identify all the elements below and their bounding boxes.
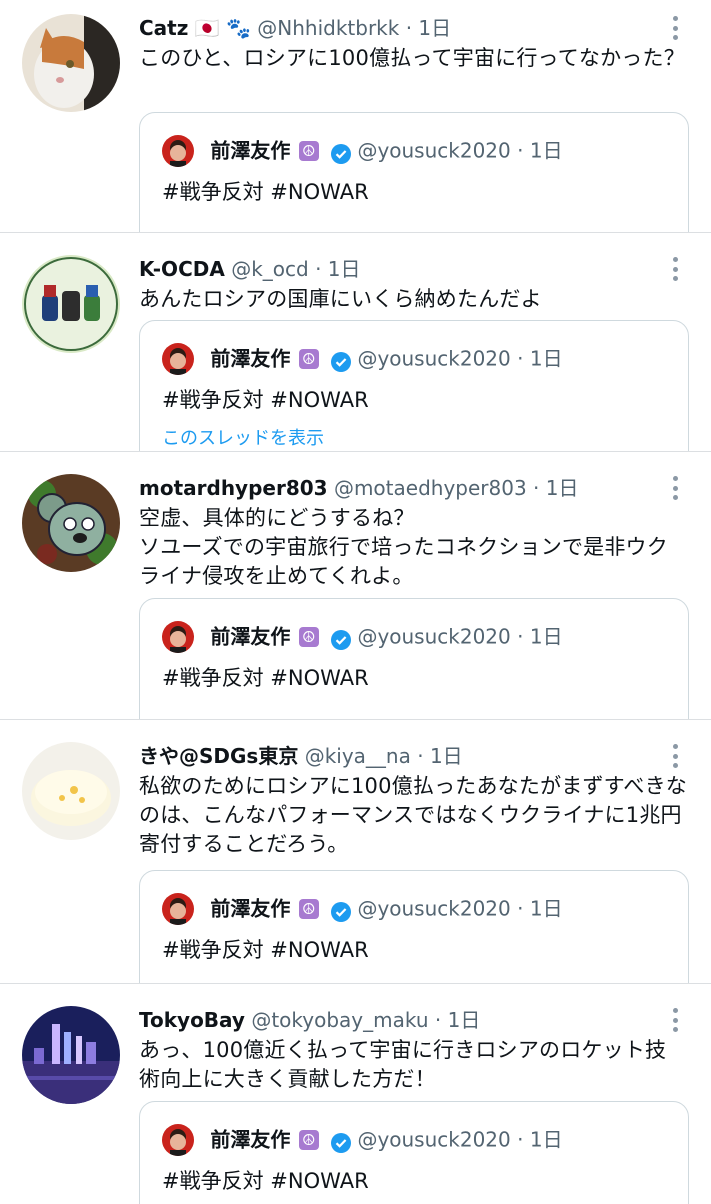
tweet-catz[interactable]: Catz 🇯🇵 🐾 @Nhhidktbrkk · 1日 このひと、ロシアに100… xyxy=(0,0,711,233)
quoted-author-handle[interactable]: @yousuck2020 xyxy=(357,347,510,371)
author-handle[interactable]: @k_ocd xyxy=(231,257,309,281)
peace-icon: ☮ xyxy=(298,898,319,919)
tweet-k-ocda[interactable]: K-OCDA @k_ocd · 1日 あんたロシアの国庫にいくら納めたんだよ 前… xyxy=(0,233,711,452)
more-vertical-icon[interactable] xyxy=(671,14,679,42)
author-name[interactable]: K-OCDA xyxy=(139,257,225,281)
peace-icon: ☮ xyxy=(298,348,319,369)
quoted-time[interactable]: 1日 xyxy=(530,139,563,163)
more-vertical-icon[interactable] xyxy=(671,255,679,283)
verified-badge-icon xyxy=(331,627,352,650)
quoted-tweet[interactable]: 前澤友作 ☮ @yousuck2020 · 1日 #戦争反対 #NOWAR xyxy=(139,598,689,719)
tweet-time[interactable]: 1日 xyxy=(430,744,463,768)
peace-icon: ☮ xyxy=(298,140,319,161)
tweet-time[interactable]: 1日 xyxy=(328,257,361,281)
quoted-author-name[interactable]: 前澤友作 xyxy=(210,139,290,163)
quoted-tweet[interactable]: 前澤友作 ☮ @yousuck2020 · 1日 #戦争反対 #NOWAR xyxy=(139,112,689,232)
avatar-koala[interactable] xyxy=(22,474,120,572)
quoted-tweet[interactable]: 前澤友作 ☮ @yousuck2020 · 1日 #戦争反対 #NOWAR この… xyxy=(139,320,689,451)
show-thread-link[interactable]: このスレッドを表示 xyxy=(162,424,324,450)
quoted-avatar xyxy=(162,620,194,653)
author-handle[interactable]: @tokyobay_maku xyxy=(251,1008,428,1032)
quoted-time[interactable]: 1日 xyxy=(530,347,563,371)
tweet-time[interactable]: 1日 xyxy=(448,1008,481,1032)
tweet-time[interactable]: 1日 xyxy=(546,476,579,500)
quoted-author-handle[interactable]: @yousuck2020 xyxy=(357,897,510,921)
author-name[interactable]: Catz xyxy=(139,16,188,40)
author-name[interactable]: motardhyper803 xyxy=(139,476,328,500)
quoted-avatar xyxy=(162,342,194,375)
avatar-ninja[interactable] xyxy=(22,255,120,353)
avatar-cat[interactable] xyxy=(22,14,120,112)
avatar-night-city[interactable] xyxy=(22,1006,120,1104)
tweet-text: あんたロシアの国庫にいくら納めたんだよ xyxy=(139,287,542,311)
tweet-kiya[interactable]: きや@SDGs東京 @kiya__na · 1日 私欲のためにロシアに100億払… xyxy=(0,720,711,984)
quoted-text: #戦争反対 #NOWAR xyxy=(162,388,369,412)
tweet-text: このひと、ロシアに100億払って宇宙に行ってなかった？ xyxy=(139,46,685,70)
more-vertical-icon[interactable] xyxy=(671,474,679,502)
author-handle[interactable]: @Nhhidktbrkk xyxy=(257,16,399,40)
author-emoji: 🇯🇵 🐾 xyxy=(194,16,251,40)
reply-feed: Catz 🇯🇵 🐾 @Nhhidktbrkk · 1日 このひと、ロシアに100… xyxy=(0,0,711,1204)
more-vertical-icon[interactable] xyxy=(671,1006,679,1034)
quoted-tweet[interactable]: 前澤友作 ☮ @yousuck2020 · 1日 #戦争反対 #NOWAR xyxy=(139,1101,689,1204)
avatar-bun[interactable] xyxy=(22,742,120,840)
verified-badge-icon xyxy=(331,1130,352,1153)
author-handle[interactable]: @kiya__na xyxy=(305,744,411,768)
tweet-time[interactable]: 1日 xyxy=(418,16,451,40)
quoted-text: #戦争反対 #NOWAR xyxy=(162,180,369,204)
quoted-avatar xyxy=(162,1123,194,1156)
quoted-text: #戦争反対 #NOWAR xyxy=(162,1169,369,1193)
quoted-tweet[interactable]: 前澤友作 ☮ @yousuck2020 · 1日 #戦争反対 #NOWAR xyxy=(139,870,689,983)
peace-icon: ☮ xyxy=(298,626,319,647)
tweet-text: 空虚、具体的にどうするね？ ソユーズでの宇宙旅行で培ったコネクションで是非ウクラ… xyxy=(139,506,668,588)
verified-badge-icon xyxy=(331,349,352,372)
tweet-motardhyper803[interactable]: motardhyper803 @motaedhyper803 · 1日 空虚、具… xyxy=(0,452,711,720)
author-handle[interactable]: @motaedhyper803 xyxy=(334,476,527,500)
quoted-author-handle[interactable]: @yousuck2020 xyxy=(357,625,510,649)
tweet-text: あっ、100億近く払って宇宙に行きロシアのロケット技術向上に大きく貢献した方だ！ xyxy=(139,1038,667,1091)
peace-icon: ☮ xyxy=(298,1129,319,1150)
tweet-tokyobay[interactable]: TokyoBay @tokyobay_maku · 1日 あっ、100億近く払っ… xyxy=(0,984,711,1204)
quoted-author-handle[interactable]: @yousuck2020 xyxy=(357,1128,510,1152)
more-vertical-icon[interactable] xyxy=(671,742,679,770)
quoted-author-name[interactable]: 前澤友作 xyxy=(210,1128,290,1152)
quoted-avatar xyxy=(162,134,194,167)
author-name[interactable]: TokyoBay xyxy=(139,1008,245,1032)
quoted-text: #戦争反対 #NOWAR xyxy=(162,666,369,690)
quoted-time[interactable]: 1日 xyxy=(530,1128,563,1152)
tweet-text: 私欲のためにロシアに100億払ったあなたがまずすべきなのは、こんなパフォーマンス… xyxy=(139,774,688,856)
quoted-text: #戦争反対 #NOWAR xyxy=(162,938,369,962)
verified-badge-icon xyxy=(331,141,352,164)
quoted-author-name[interactable]: 前澤友作 xyxy=(210,625,290,649)
quoted-author-handle[interactable]: @yousuck2020 xyxy=(357,139,510,163)
quoted-author-name[interactable]: 前澤友作 xyxy=(210,897,290,921)
quoted-time[interactable]: 1日 xyxy=(530,897,563,921)
author-name[interactable]: きや@SDGs東京 xyxy=(139,744,298,768)
quoted-time[interactable]: 1日 xyxy=(530,625,563,649)
quoted-author-name[interactable]: 前澤友作 xyxy=(210,347,290,371)
quoted-avatar xyxy=(162,892,194,925)
verified-badge-icon xyxy=(331,899,352,922)
